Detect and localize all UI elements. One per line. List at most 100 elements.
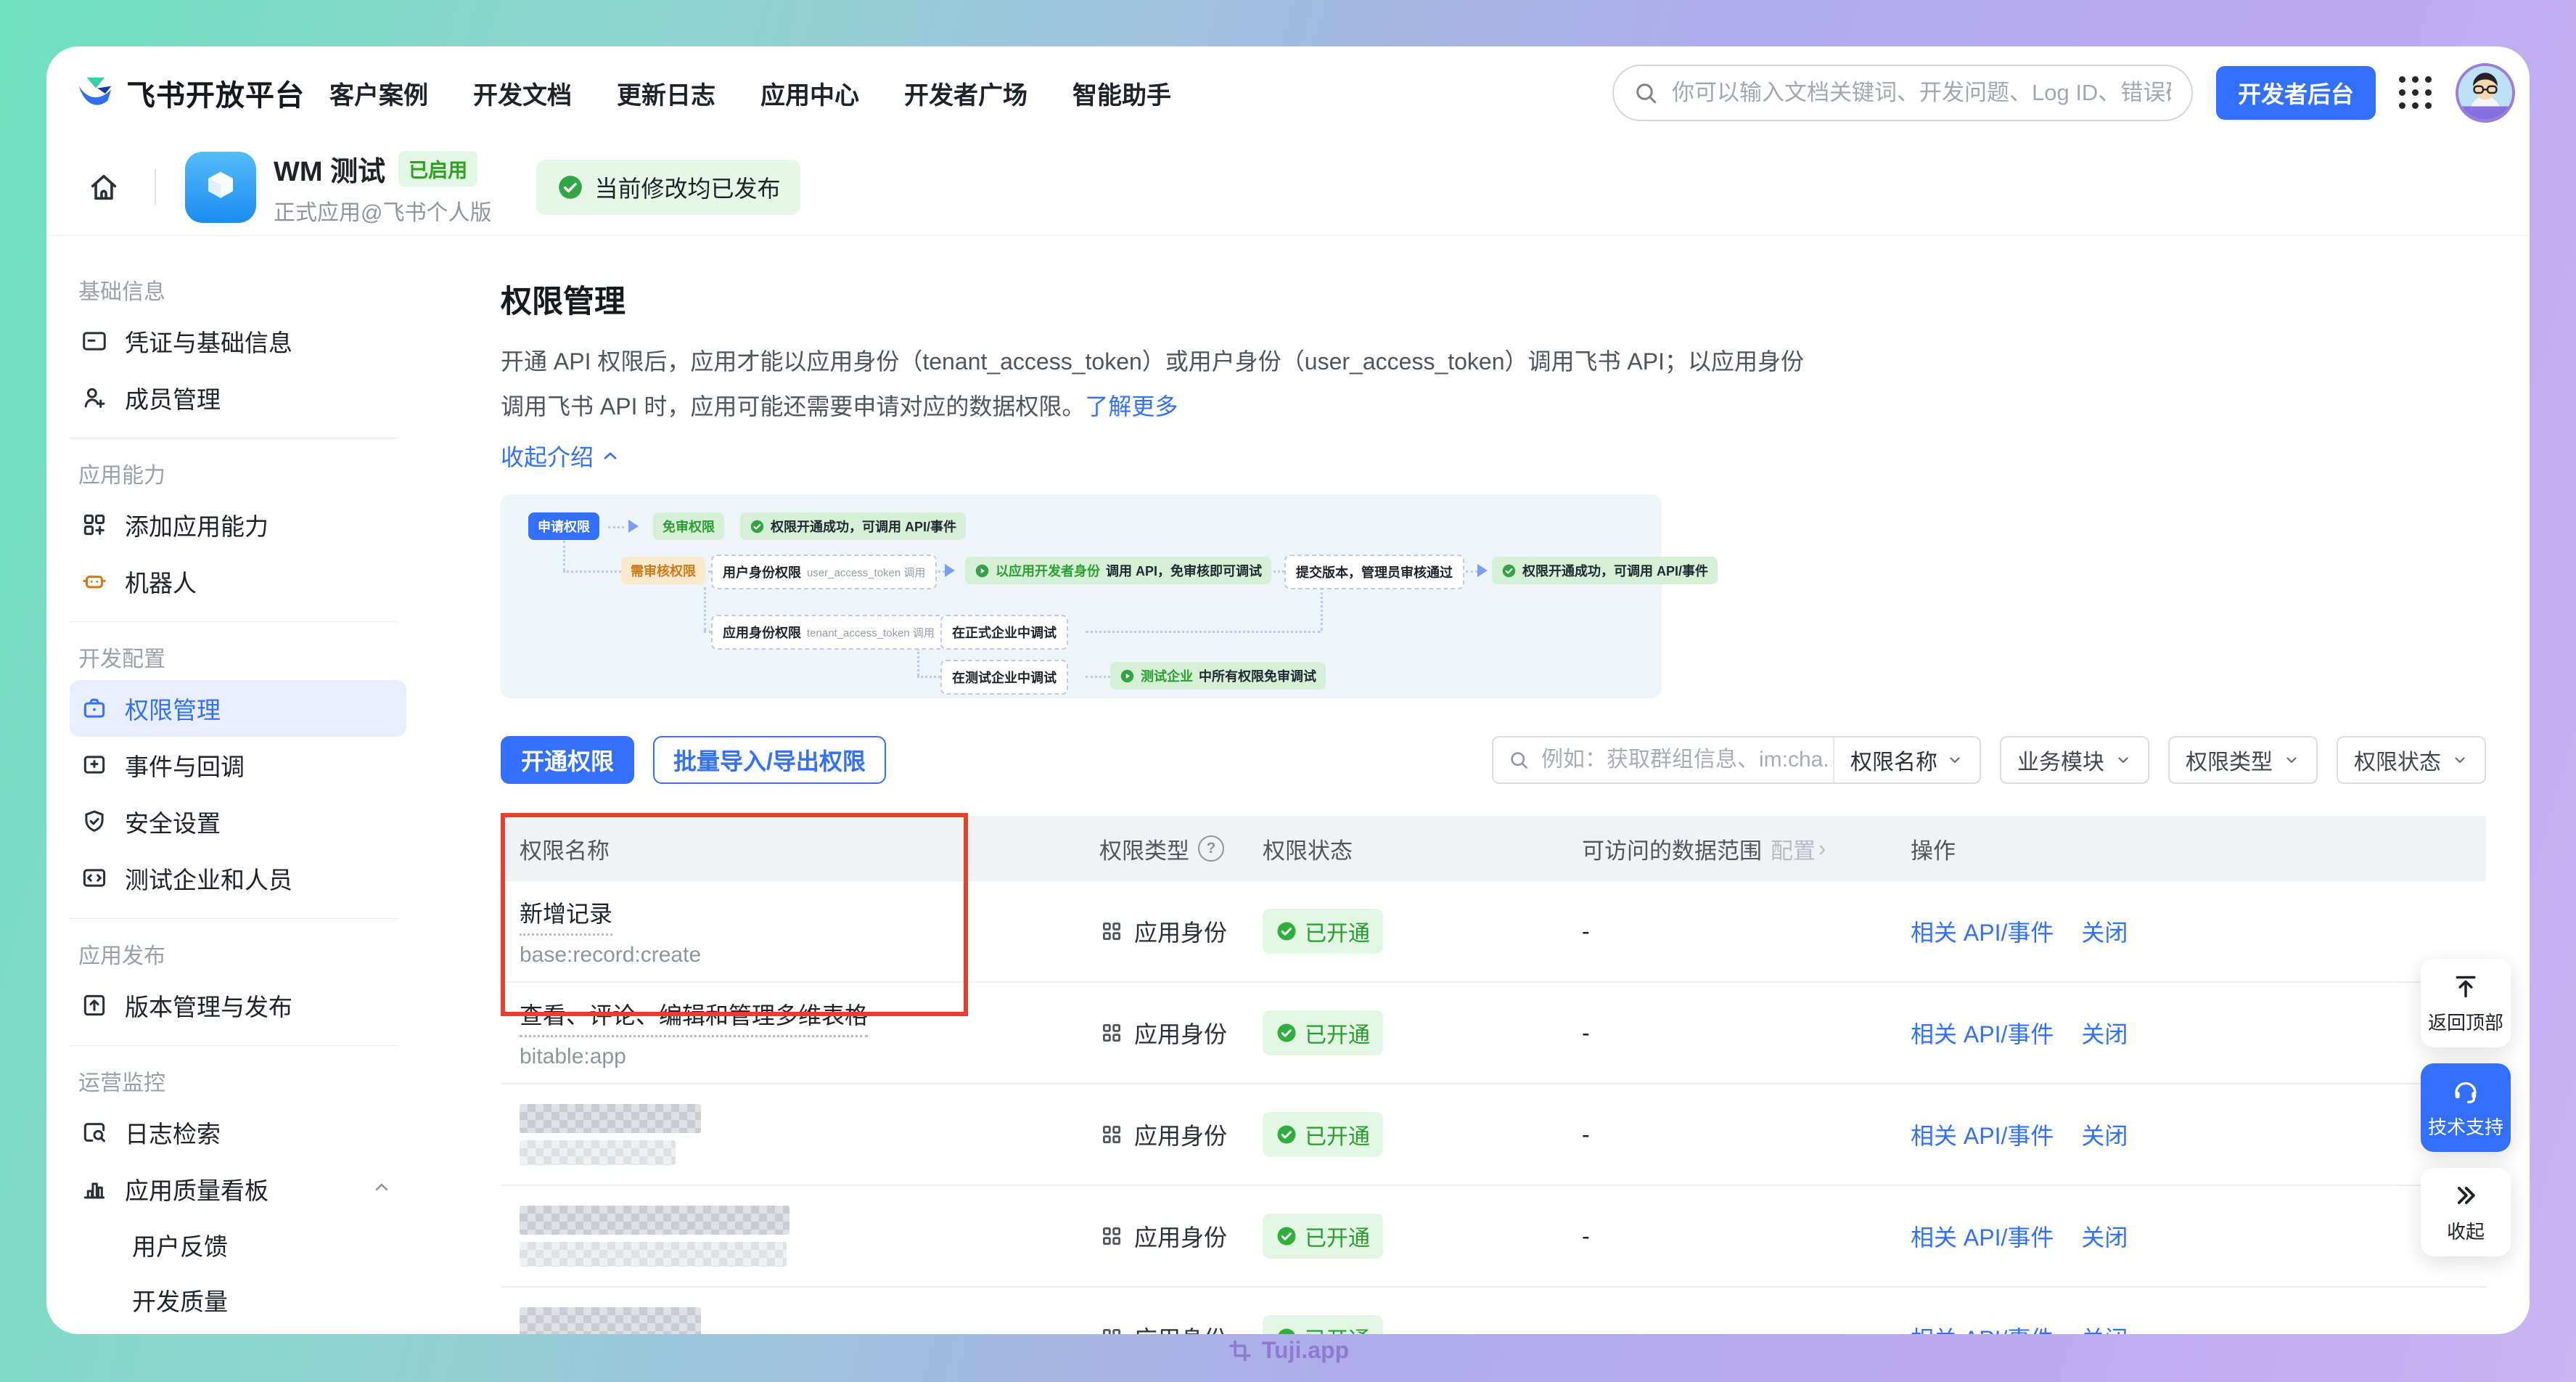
top-navbar: 飞书开放平台 客户案例 开发文档 更新日志 应用中心 开发者广场 智能助手 开发… (46, 46, 2530, 139)
close-permission-link[interactable]: 关闭 (2081, 1118, 2128, 1151)
close-permission-link[interactable]: 关闭 (2081, 915, 2128, 948)
permission-search-input[interactable] (1540, 747, 1833, 773)
flow-node-exempt: 免审权限 (653, 512, 724, 540)
open-permission-button[interactable]: 开通权限 (501, 736, 634, 784)
app-icon (185, 152, 256, 223)
table-row: 查看、评论、编辑和管理多维表格 bitable:app 应用身份 已开通 - 相… (501, 983, 2486, 1084)
credential-card-icon (80, 327, 109, 356)
sidebar-item-security[interactable]: 安全设置 (70, 793, 406, 850)
permission-name[interactable]: 新增记录 (520, 896, 612, 936)
check-circle-icon (1276, 1327, 1297, 1334)
chevron-down-icon (2114, 751, 2132, 769)
sidebar-section-devconfig: 开发配置 (78, 641, 444, 673)
related-api-link[interactable]: 相关 API/事件 (1911, 1219, 2054, 1253)
sidebar-item-events[interactable]: 事件与回调 (70, 737, 406, 793)
chevron-right-icon: › (1818, 835, 1826, 862)
related-api-link[interactable]: 相关 API/事件 (1911, 915, 2054, 948)
flow-connector (917, 648, 919, 676)
brand[interactable]: 飞书开放平台 (74, 72, 305, 114)
chevron-down-icon (1946, 751, 1964, 769)
nav-dev-docs[interactable]: 开发文档 (473, 75, 572, 111)
related-api-link[interactable]: 相关 API/事件 (1911, 1118, 2054, 1151)
status-badge: 已开通 (1263, 1214, 1383, 1259)
page-description: 开通 API 权限后，应用才能以应用身份（tenant_access_token… (501, 339, 2486, 429)
sidebar-section-capability: 应用能力 (78, 457, 444, 489)
global-search-input[interactable] (1670, 79, 2173, 107)
flow-connector (704, 587, 706, 631)
permissions-table: 权限名称 权限类型 ? 权限状态 可访问的数据范围 配置› 操作 新增记录 (501, 816, 2486, 1334)
event-callback-icon (80, 751, 109, 780)
user-avatar[interactable] (2456, 63, 2515, 123)
enabled-badge: 已启用 (398, 151, 477, 187)
help-icon[interactable]: ? (1198, 835, 1224, 862)
redacted-permission-code (520, 1242, 787, 1267)
filters: 权限名称 业务模块 权限类型 权限状态 (1492, 736, 2486, 784)
sidebar-subitem-dev-quality[interactable]: 开发质量 (70, 1272, 444, 1328)
sidebar-item-credentials[interactable]: 凭证与基础信息 (70, 313, 406, 369)
flow-box-user-identity: 用户身份权限user_access_token 调用 (711, 555, 937, 589)
home-button[interactable] (82, 165, 126, 209)
close-permission-link[interactable]: 关闭 (2081, 1016, 2128, 1050)
status-filter-dropdown[interactable]: 权限状态 (2337, 736, 2486, 784)
table-toolbar: 开通权限 批量导入/导出权限 权限名称 业务模块 (501, 736, 2486, 784)
header-status: 权限状态 (1263, 833, 1582, 865)
related-api-link[interactable]: 相关 API/事件 (1911, 1321, 2054, 1334)
flow-pill-dev-identity: 以应用开发者身份调用 API，免审核即可调试 (965, 557, 1271, 584)
cube-icon (197, 164, 244, 210)
description-line2: 调用飞书 API 时，应用可能还需要申请对应的数据权限。了解更多 (501, 384, 2486, 429)
permission-type: 应用身份 (1099, 1016, 1263, 1050)
learn-more-link[interactable]: 了解更多 (1085, 393, 1178, 420)
type-filter-dropdown[interactable]: 权限类型 (2168, 736, 2318, 784)
briefcase-icon (80, 694, 109, 723)
permission-code: base:record:create (520, 943, 1099, 968)
permission-search-box[interactable]: 权限名称 (1492, 736, 1981, 784)
data-scope: - (1582, 918, 1911, 945)
status-badge: 已开通 (1263, 1112, 1383, 1157)
close-permission-link[interactable]: 关闭 (2081, 1321, 2128, 1334)
close-permission-link[interactable]: 关闭 (2081, 1219, 2128, 1253)
nav-ai-assistant[interactable]: 智能助手 (1072, 75, 1171, 111)
developer-console-button[interactable]: 开发者后台 (2216, 66, 2376, 120)
check-circle-icon (750, 519, 765, 534)
sidebar-item-add-capability[interactable]: 添加应用能力 (70, 496, 406, 553)
collapse-intro-link[interactable]: 收起介绍 (501, 439, 620, 473)
sidebar-item-bot[interactable]: 机器人 (70, 553, 406, 610)
sidebar-section-ops: 运营监控 (78, 1065, 444, 1097)
batch-import-export-button[interactable]: 批量导入/导出权限 (653, 736, 886, 784)
nav-changelog[interactable]: 更新日志 (617, 75, 715, 111)
nav-app-center[interactable]: 应用中心 (760, 75, 859, 111)
nav-customer-cases[interactable]: 客户案例 (329, 75, 428, 111)
table-header-row: 权限名称 权限类型 ? 权限状态 可访问的数据范围 配置› 操作 (501, 816, 2486, 881)
back-to-top-button[interactable]: 返回顶部 (2421, 959, 2511, 1047)
search-field-select[interactable]: 权限名称 (1833, 737, 1980, 782)
tech-support-button[interactable]: 技术支持 (2421, 1063, 2511, 1152)
global-search-box[interactable] (1612, 65, 2193, 121)
check-circle-icon (557, 173, 584, 201)
published-status-text: 当前修改均已发布 (594, 171, 780, 204)
flow-pill-success-2: 权限开通成功，可调用 API/事件 (1492, 557, 1718, 584)
apps-grid-icon[interactable] (2399, 76, 2432, 110)
chevron-up-icon[interactable] (372, 1177, 392, 1201)
sidebar-item-members[interactable]: 成员管理 (70, 369, 406, 426)
sidebar-item-quality-dashboard[interactable]: 应用质量看板 (70, 1161, 406, 1217)
upload-square-icon (80, 991, 109, 1020)
nav-dev-plaza[interactable]: 开发者广场 (904, 75, 1027, 111)
module-filter-dropdown[interactable]: 业务模块 (2000, 736, 2149, 784)
sidebar-subitem-user-feedback[interactable]: 用户反馈 (70, 1217, 444, 1272)
redacted-permission-name (520, 1307, 701, 1334)
redacted-permission-code (520, 1140, 676, 1165)
sidebar-item-version-release[interactable]: 版本管理与发布 (70, 977, 406, 1034)
related-api-link[interactable]: 相关 API/事件 (1911, 1016, 2054, 1050)
scope-config-link[interactable]: 配置› (1771, 833, 1826, 865)
header-scope: 可访问的数据范围 配置› (1582, 833, 1911, 865)
flow-connector (1321, 587, 1323, 631)
sidebar-item-permissions[interactable]: 权限管理 (70, 680, 406, 737)
divider (155, 169, 156, 205)
sidebar-item-log-search[interactable]: 日志检索 (70, 1104, 406, 1161)
sidebar-item-test-org[interactable]: 测试企业和人员 (70, 850, 406, 907)
flow-pill-test-org: 测试企业中所有权限免审调试 (1110, 662, 1326, 690)
permission-name[interactable]: 查看、评论、编辑和管理多维表格 (520, 997, 868, 1037)
collapse-panel-button[interactable]: 收起 (2421, 1168, 2511, 1256)
app-subtitle: 正式应用@飞书个人版 (274, 195, 491, 226)
watermark: Tuji.app (1227, 1337, 1349, 1364)
